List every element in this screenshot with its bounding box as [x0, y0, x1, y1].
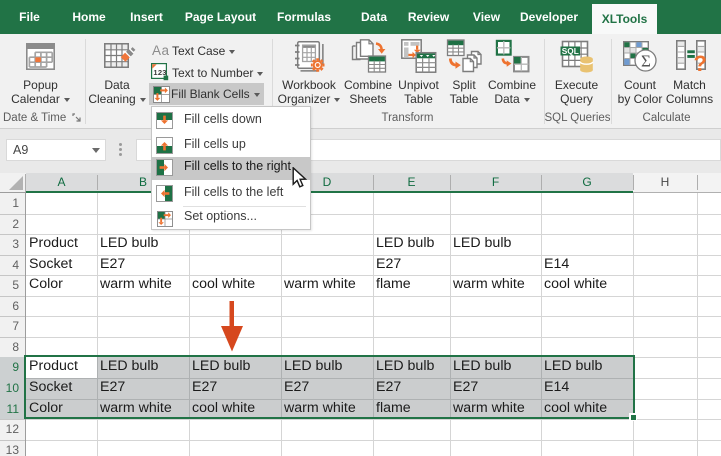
svg-text:Σ: Σ: [641, 52, 651, 71]
svg-text:SQL: SQL: [562, 46, 579, 56]
svg-text:?: ?: [694, 51, 707, 74]
